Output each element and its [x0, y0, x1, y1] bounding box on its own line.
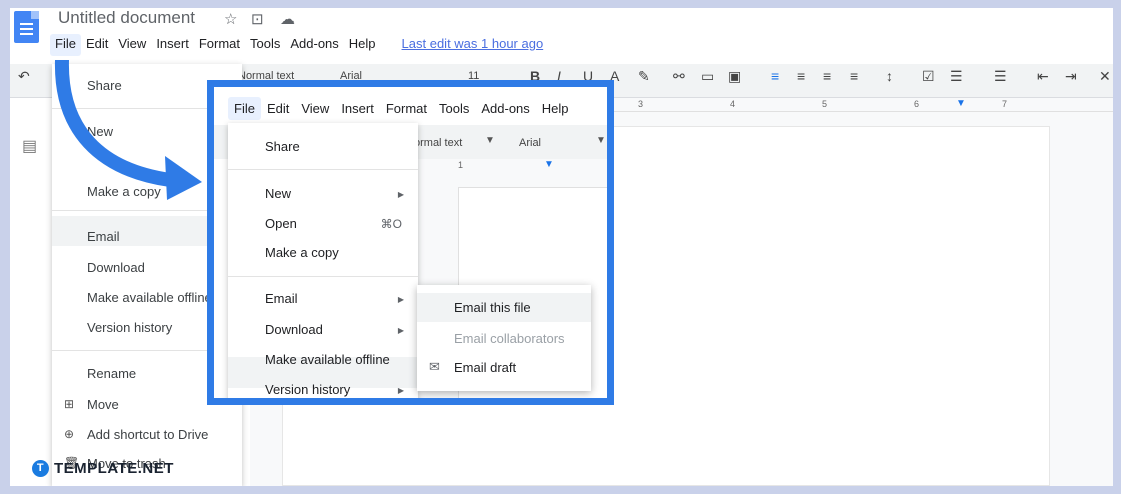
indent-marker-icon[interactable]: ▼ — [956, 98, 966, 109]
zoom-callout: ormal text ▼ Arial ▼ 1 ▼ File Edit View … — [207, 80, 614, 405]
align-right-icon[interactable]: ≡ — [823, 68, 831, 84]
bg-menu-move[interactable]: Move — [87, 397, 119, 412]
menu-item-offline[interactable]: Make available offline — [265, 352, 390, 367]
zoom-menu-edit[interactable]: Edit — [261, 97, 295, 120]
email-submenu: Email this file Email collaborators ✉ Em… — [417, 285, 591, 391]
bg-menu-version[interactable]: Version history — [87, 320, 172, 335]
comment-icon[interactable]: ▭ — [701, 68, 714, 85]
menu-item-email[interactable]: Email — [265, 291, 298, 306]
cloud-status-icon[interactable]: ☁ — [280, 10, 295, 28]
menu-item-share[interactable]: Share — [265, 139, 300, 154]
zoom-menu-addons[interactable]: Add-ons — [475, 97, 535, 120]
ruler-tick: 4 — [730, 99, 736, 109]
menu-file[interactable]: File — [50, 34, 81, 56]
menu-addons[interactable]: Add-ons — [285, 34, 343, 56]
brand-name: TEMPLATE.NET — [54, 460, 174, 477]
zoom-font-select[interactable]: Arial — [519, 137, 541, 149]
numbered-list-icon[interactable]: ☰ — [994, 68, 1007, 85]
submenu-arrow-icon: ▶ — [397, 295, 404, 304]
menu-help[interactable]: Help — [344, 34, 381, 56]
undo-icon[interactable]: ↶ — [18, 68, 30, 85]
chevron-down-icon[interactable]: ▼ — [596, 135, 606, 146]
email-draft-icon: ✉ — [429, 359, 440, 374]
menu-edit[interactable]: Edit — [81, 34, 113, 56]
zoom-menu-format[interactable]: Format — [380, 97, 433, 120]
bg-menu-rename[interactable]: Rename — [87, 366, 136, 381]
bg-menu-download[interactable]: Download — [87, 260, 145, 275]
justify-icon[interactable]: ≡ — [850, 68, 858, 84]
bg-menu-offline[interactable]: Make available offline — [87, 290, 212, 305]
ruler-tick: 7 — [1002, 99, 1008, 109]
shortcut-icon: ⊕ — [64, 427, 75, 441]
zoom-menu-view[interactable]: View — [295, 97, 335, 120]
star-icon[interactable]: ☆ — [224, 10, 237, 28]
template-net-logo: T TEMPLATE.NET — [32, 460, 174, 477]
email-draft[interactable]: Email draft — [454, 360, 516, 375]
email-this-file[interactable]: Email this file — [454, 300, 531, 315]
zoom-menu-help[interactable]: Help — [536, 97, 575, 120]
menu-tools[interactable]: Tools — [245, 34, 285, 56]
image-icon[interactable]: ▣ — [728, 68, 741, 85]
pointer-arrow-icon — [54, 60, 202, 200]
email-collaborators: Email collaborators — [454, 331, 565, 346]
menu-item-download[interactable]: Download — [265, 322, 323, 337]
highlight-icon[interactable]: ✎ — [638, 68, 650, 85]
increase-indent-icon[interactable]: ⇥ — [1065, 68, 1077, 85]
submenu-arrow-icon: ▶ — [397, 326, 404, 335]
menu-insert[interactable]: Insert — [151, 34, 194, 56]
chevron-down-icon[interactable]: ▼ — [485, 135, 495, 146]
ruler-tick: 5 — [822, 99, 828, 109]
checklist-icon[interactable]: ☑ — [922, 68, 935, 85]
screenshot-frame: Untitled document ☆ ⊡ ☁ File Edit View I… — [10, 8, 1113, 486]
decrease-indent-icon[interactable]: ⇤ — [1037, 68, 1049, 85]
zoom-menu-file[interactable]: File — [228, 97, 261, 120]
zoom-file-menu: Share New ▶ Open ⌘O Make a copy Email ▶ … — [228, 123, 418, 398]
line-spacing-icon[interactable]: ↕ — [886, 68, 893, 84]
ruler-tick: 1 — [458, 160, 464, 170]
move-folder-icon[interactable]: ⊡ — [251, 10, 264, 28]
zoom-ruler: 1 ▼ — [404, 159, 607, 173]
menu-item-version[interactable]: Version history — [265, 382, 350, 397]
open-shortcut: ⌘O — [380, 217, 402, 231]
align-center-icon[interactable]: ≡ — [797, 68, 805, 84]
move-icon: ⊞ — [64, 397, 75, 411]
menu-format[interactable]: Format — [194, 34, 245, 56]
clear-formatting-icon[interactable]: ✕ — [1099, 68, 1111, 85]
document-outline-icon[interactable]: ▤ — [22, 136, 37, 156]
document-title[interactable]: Untitled document — [58, 8, 195, 28]
link-icon[interactable]: ⚯ — [673, 68, 685, 85]
last-edit-link[interactable]: Last edit was 1 hour ago — [397, 34, 549, 56]
menu-bar: File Edit View Insert Format Tools Add-o… — [50, 34, 548, 56]
submenu-arrow-icon: ▶ — [397, 386, 404, 395]
align-left-icon[interactable]: ≡ — [771, 68, 779, 84]
indent-marker-icon[interactable]: ▼ — [544, 159, 554, 170]
bg-menu-email[interactable]: Email — [87, 229, 120, 244]
menu-item-copy[interactable]: Make a copy — [265, 245, 339, 260]
docs-logo-icon[interactable] — [14, 11, 39, 43]
brand-mark-icon: T — [32, 460, 49, 477]
menu-divider — [228, 276, 418, 277]
bg-menu-shortcut[interactable]: Add shortcut to Drive — [87, 427, 208, 442]
menu-item-new[interactable]: New — [265, 186, 291, 201]
menu-view[interactable]: View — [113, 34, 151, 56]
zoom-menu-insert[interactable]: Insert — [335, 97, 380, 120]
zoom-style-select[interactable]: ormal text — [414, 137, 462, 149]
menu-item-open[interactable]: Open — [265, 216, 297, 231]
submenu-arrow-icon: ▶ — [397, 190, 404, 199]
bulleted-list-icon[interactable]: ☰ — [950, 68, 963, 85]
zoom-menu-tools[interactable]: Tools — [433, 97, 475, 120]
ruler-tick: 3 — [638, 99, 644, 109]
zoom-menu-bar: File Edit View Insert Format Tools Add-o… — [228, 97, 575, 120]
ruler-tick: 6 — [914, 99, 920, 109]
menu-divider — [228, 169, 418, 170]
